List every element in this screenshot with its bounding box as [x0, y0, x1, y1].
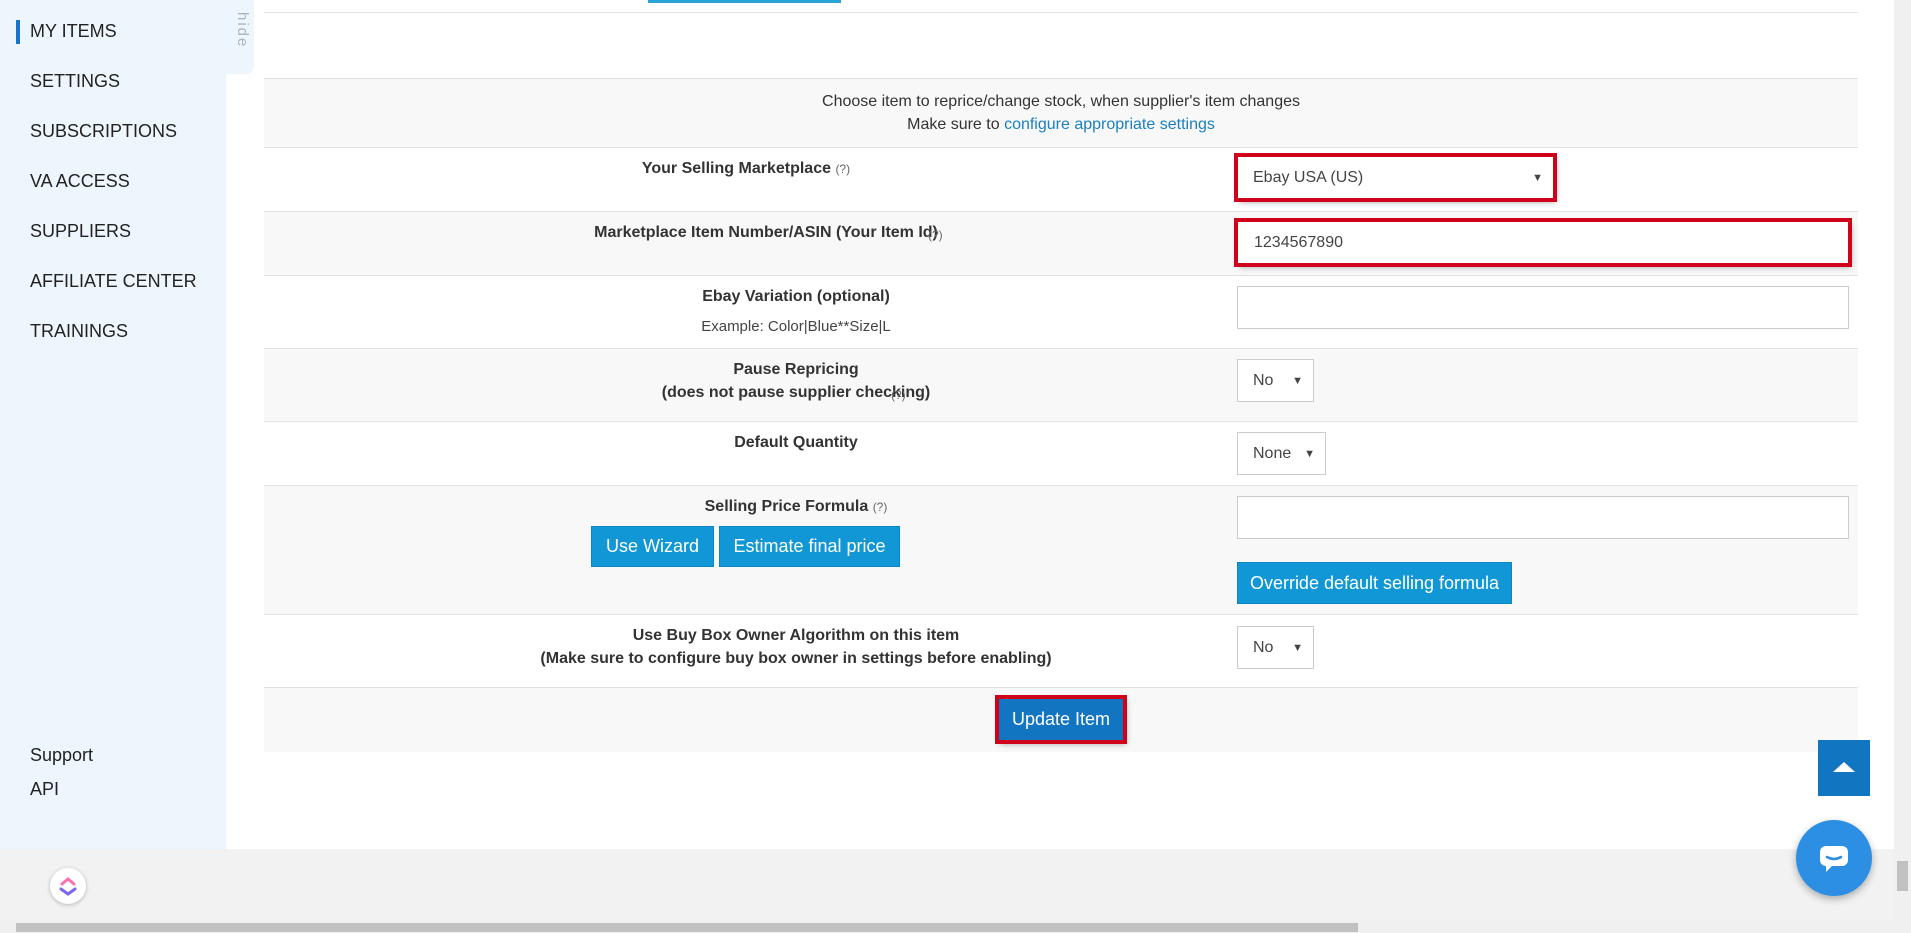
- caret-down-icon: ▼: [1292, 641, 1303, 654]
- top-accent-bar: [648, 0, 841, 3]
- price-formula-label-text: Selling Price Formula: [704, 498, 869, 515]
- price-formula-input[interactable]: [1237, 496, 1849, 539]
- vertical-scroll-thumb[interactable]: [1897, 861, 1908, 891]
- variation-row: Ebay Variation (optional) Example: Color…: [264, 275, 1858, 348]
- default-qty-select[interactable]: None ▼: [1237, 432, 1326, 475]
- sidebar-item-suppliers[interactable]: SUPPLIERS: [30, 221, 131, 242]
- sidebar-item-my-items[interactable]: MY ITEMS: [30, 21, 117, 42]
- footer-band: [0, 849, 1911, 921]
- chat-launcher[interactable]: [1796, 820, 1872, 896]
- scroll-top-arrow-icon: [1833, 762, 1855, 772]
- active-indicator: [16, 20, 20, 44]
- buy-box-select[interactable]: No ▼: [1237, 626, 1314, 669]
- submit-row: Update Item: [264, 687, 1858, 752]
- buy-box-label-line2: (Make sure to configure buy box owner in…: [540, 650, 1052, 667]
- pause-select[interactable]: No ▼: [1237, 359, 1314, 402]
- pause-label-line1: Pause Repricing: [733, 361, 859, 378]
- price-formula-help[interactable]: (?): [873, 500, 888, 514]
- update-item-button[interactable]: Update Item: [995, 695, 1127, 744]
- pause-row: Pause Repricing (does not pause supplier…: [264, 348, 1858, 421]
- sidebar-item-affiliate-center[interactable]: AFFILIATE CENTER: [30, 271, 197, 292]
- configure-settings-link[interactable]: configure appropriate settings: [1004, 116, 1215, 133]
- pause-label-line2: (does not pause supplier checking): [661, 384, 931, 401]
- caret-down-icon: ▼: [1292, 374, 1303, 387]
- support-link[interactable]: Support: [30, 745, 93, 766]
- item-number-label: Marketplace Item Number/ASIN (Your Item …: [594, 224, 938, 241]
- sidebar-item-subscriptions[interactable]: SUBSCRIPTIONS: [30, 121, 177, 142]
- variation-input[interactable]: [1237, 286, 1849, 329]
- sidebar-item-va-access[interactable]: VA ACCESS: [30, 171, 130, 192]
- sidebar: MY ITEMS SETTINGS SUBSCRIPTIONS VA ACCES…: [0, 0, 226, 849]
- marketplace-help[interactable]: (?): [835, 162, 850, 176]
- default-qty-row: Default Quantity None ▼: [264, 421, 1858, 485]
- intro-settings-line: Make sure to configure appropriate setti…: [264, 116, 1858, 134]
- buy-box-row: Use Buy Box Owner Algorithm on this item…: [264, 614, 1858, 687]
- variation-label: Ebay Variation (optional): [702, 288, 890, 305]
- intro-text: Choose item to reprice/change stock, whe…: [822, 93, 1300, 110]
- default-qty-label: Default Quantity: [734, 434, 858, 451]
- price-formula-row: Selling Price Formula (?) Use Wizard Est…: [264, 485, 1858, 614]
- estimate-final-price-button[interactable]: Estimate final price: [719, 526, 900, 567]
- intro-prefix: Make sure to: [907, 116, 1000, 133]
- sidebar-item-trainings[interactable]: TRAININGS: [30, 321, 128, 342]
- price-formula-label: Selling Price Formula (?): [636, 498, 956, 516]
- vertical-scrollbar[interactable]: [1894, 0, 1911, 933]
- api-link[interactable]: API: [30, 779, 59, 800]
- pause-help[interactable]: (?): [891, 388, 906, 402]
- scroll-to-top-button[interactable]: [1818, 740, 1870, 796]
- variation-example: Example: Color|Blue**Size|L: [701, 318, 891, 335]
- item-number-row: Marketplace Item Number/ASIN (Your Item …: [264, 211, 1858, 275]
- marketplace-row: Your Selling Marketplace (?) Ebay USA (U…: [264, 147, 1858, 211]
- hide-sidebar-label[interactable]: hide: [229, 12, 251, 48]
- intro-row: Choose item to reprice/change stock, whe…: [264, 78, 1858, 147]
- marketplace-label-text: Your Selling Marketplace: [641, 160, 831, 177]
- default-qty-value: None: [1253, 444, 1292, 462]
- item-number-help[interactable]: (?): [928, 228, 943, 242]
- item-number-input[interactable]: 1234567890: [1234, 218, 1852, 267]
- override-formula-button[interactable]: Override default selling formula: [1237, 562, 1512, 604]
- clickup-logo-icon[interactable]: [50, 868, 86, 904]
- horizontal-scroll-thumb[interactable]: [16, 923, 1358, 932]
- use-wizard-button[interactable]: Use Wizard: [591, 526, 714, 567]
- pause-value: No: [1253, 371, 1274, 389]
- sidebar-item-settings[interactable]: SETTINGS: [30, 71, 120, 92]
- caret-down-icon: ▼: [1532, 171, 1543, 184]
- marketplace-value: Ebay USA (US): [1253, 168, 1364, 186]
- marketplace-label: Your Selling Marketplace (?): [596, 160, 896, 178]
- chat-icon: [1820, 846, 1848, 872]
- marketplace-select[interactable]: Ebay USA (US) ▼: [1234, 153, 1557, 202]
- buy-box-value: No: [1253, 638, 1274, 656]
- caret-down-icon: ▼: [1304, 447, 1315, 460]
- buy-box-label-line1: Use Buy Box Owner Algorithm on this item: [632, 627, 960, 644]
- divider: [264, 12, 1858, 13]
